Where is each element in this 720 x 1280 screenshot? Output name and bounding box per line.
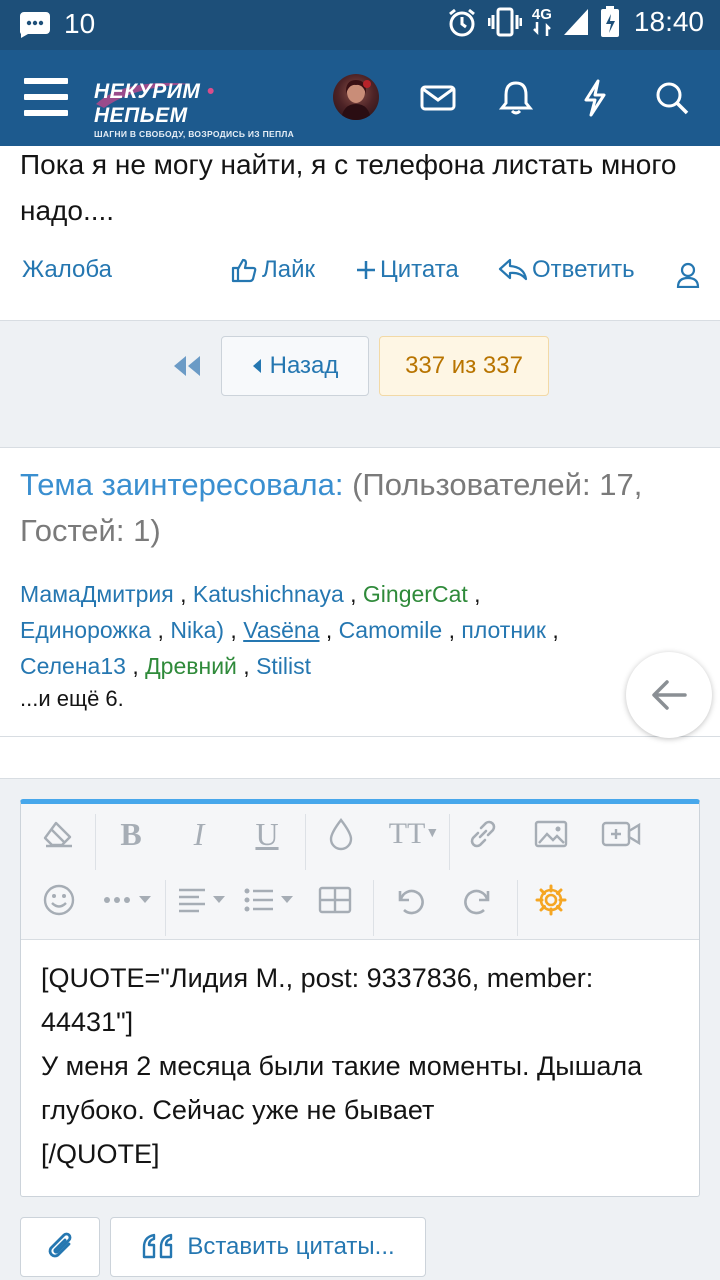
floating-back-button[interactable]: [626, 652, 712, 738]
user-list: МамаДмитрия , Katushichnaya , GingerCat …: [20, 581, 559, 679]
like-button[interactable]: Лайк: [230, 256, 315, 284]
prev-page-label: Назад: [269, 352, 339, 379]
search-icon[interactable]: [652, 78, 692, 118]
paperclip-icon: [48, 1232, 72, 1258]
redo-icon[interactable]: [457, 878, 501, 922]
video-icon[interactable]: [599, 812, 643, 856]
editor-toolbar: B I U TT ▼: [21, 804, 699, 940]
interested-title: Тема заинтересовала: (Пользователей: 17,…: [20, 462, 700, 554]
quote-button[interactable]: Цитата: [356, 256, 459, 284]
eraser-icon[interactable]: [37, 812, 81, 856]
table-icon[interactable]: [313, 878, 357, 922]
toolbar-separator: [95, 814, 96, 870]
user-link[interactable]: Единорожка: [20, 617, 151, 643]
user-link[interactable]: Stilist: [256, 653, 311, 679]
quote-label: Цитата: [380, 256, 459, 283]
reply-button[interactable]: Ответить: [498, 256, 635, 284]
toolbar-separator: [373, 880, 374, 936]
editor: B I U TT ▼ [QUOTE="Лидия М., post: 93378…: [20, 799, 700, 1197]
undo-icon[interactable]: [387, 878, 431, 922]
pagination: Назад 337 из 337: [0, 320, 720, 448]
site-logo[interactable]: НЕКУРИМ • НЕПЬЕМ ШАГНИ В СВОБОДУ, ВОЗРОД…: [94, 80, 304, 139]
smiley-icon[interactable]: [37, 878, 81, 922]
interested-label: Тема заинтересовала:: [20, 467, 344, 502]
insert-quotes-label: Вставить цитаты...: [187, 1233, 395, 1260]
user-link[interactable]: Camomile: [339, 617, 443, 643]
image-icon[interactable]: [529, 812, 573, 856]
divider-strip: [0, 737, 720, 779]
align-button[interactable]: [177, 878, 233, 922]
envelope-icon[interactable]: [418, 78, 458, 118]
clock: 18:40: [633, 6, 704, 37]
droplet-icon[interactable]: [319, 812, 363, 856]
insert-quotes-button[interactable]: Вставить цитаты...: [110, 1217, 426, 1277]
user-icon[interactable]: [676, 262, 700, 288]
caret-left-icon: [252, 359, 261, 373]
chat-notification-icon: [20, 12, 50, 38]
plus-icon: [357, 261, 375, 279]
first-page-icon[interactable]: [170, 349, 204, 383]
notification-count: 10: [64, 8, 96, 39]
post-actions: Жалоба Лайк Цитата Ответить: [0, 250, 720, 296]
status-bar: 10 4G 18:40: [0, 0, 720, 50]
user-link[interactable]: Селена13: [20, 653, 126, 679]
gear-icon[interactable]: [529, 878, 573, 922]
logo-subtitle: ШАГНИ В СВОБОДУ, ВОЗРОДИСЬ ИЗ ПЕПЛА: [94, 129, 295, 139]
menu-icon[interactable]: [24, 78, 68, 116]
quote-icon: [143, 1233, 173, 1259]
list-button[interactable]: [243, 878, 299, 922]
user-link[interactable]: Vasëna: [243, 617, 319, 643]
reply-icon: [498, 258, 528, 281]
user-link[interactable]: Древний: [145, 653, 237, 679]
prev-page-button[interactable]: Назад: [221, 336, 369, 396]
reply-form: B I U TT ▼ [QUOTE="Лидия М., post: 93378…: [0, 736, 720, 1280]
signal-icon: [563, 9, 588, 35]
toolbar-separator: [305, 814, 306, 870]
arrow-left-icon: [652, 680, 687, 710]
post-message: Пока я не могу найти, я с телефона листа…: [20, 149, 677, 226]
more-users: ...и ещё 6.: [20, 686, 124, 711]
thumbs-up-icon: [231, 258, 257, 283]
bolt-icon[interactable]: [574, 78, 614, 118]
user-link[interactable]: Nika): [170, 617, 224, 643]
reply-label: Ответить: [532, 256, 635, 283]
network-type: 4G: [532, 7, 552, 36]
toolbar-separator: [165, 880, 166, 936]
bell-icon[interactable]: [496, 78, 536, 118]
more-options-button[interactable]: [103, 878, 157, 922]
link-icon[interactable]: [461, 812, 505, 856]
report-label: Жалоба: [22, 256, 112, 283]
toolbar-separator: [449, 814, 450, 870]
bold-button[interactable]: B: [109, 812, 153, 856]
alarm-icon: [448, 8, 475, 37]
logo-title-right: НЕПЬЕМ: [94, 104, 188, 127]
interested-block: Тема заинтересовала: (Пользователей: 17,…: [0, 448, 720, 738]
attach-button[interactable]: [20, 1217, 100, 1277]
battery-icon: [600, 6, 619, 37]
italic-button[interactable]: I: [177, 812, 221, 856]
report-button[interactable]: Жалоба: [22, 256, 112, 284]
logo-title-left: НЕКУРИМ: [94, 80, 201, 103]
user-link[interactable]: плотник: [461, 617, 546, 643]
avatar[interactable]: [333, 74, 379, 120]
user-link[interactable]: МамаДмитрия: [20, 581, 174, 607]
vibrate-icon: [487, 7, 522, 37]
user-link[interactable]: Katushichnaya: [193, 581, 344, 607]
editor-textarea[interactable]: [QUOTE="Лидия М., post: 9337836, member:…: [41, 956, 681, 1176]
current-page-indicator[interactable]: 337 из 337: [379, 336, 549, 396]
underline-button[interactable]: U: [245, 812, 289, 856]
like-label: Лайк: [262, 256, 316, 283]
font-size-button[interactable]: TT ▼: [385, 812, 443, 856]
site-header: НЕКУРИМ • НЕПЬЕМ ШАГНИ В СВОБОДУ, ВОЗРОД…: [0, 50, 720, 146]
toolbar-separator: [517, 880, 518, 936]
user-link[interactable]: GingerCat: [363, 581, 468, 607]
